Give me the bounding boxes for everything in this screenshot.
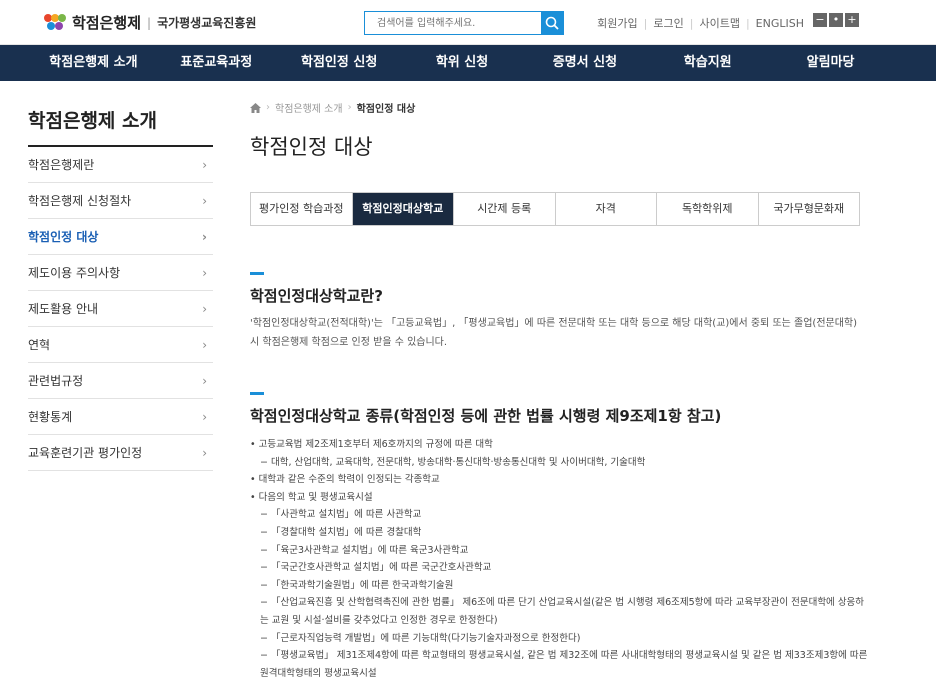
sidebar-item-statistics[interactable]: 현황통계 ›	[28, 399, 213, 435]
chevron-right-icon: ›	[202, 193, 207, 208]
section-accent	[250, 272, 264, 275]
logo-title: 학점은행제	[72, 14, 142, 32]
chevron-right-icon: ›	[202, 301, 207, 316]
search-input[interactable]	[365, 12, 541, 34]
chevron-right-icon: ›	[202, 265, 207, 280]
chevron-right-icon: ›	[202, 445, 207, 460]
tab-certificates[interactable]: 자격	[556, 193, 657, 225]
sidebar-item-about[interactable]: 학점은행제란 ›	[28, 147, 213, 183]
list-item: • 다음의 학교 및 평생교육시설	[250, 491, 373, 503]
join-link[interactable]: 회원가입	[597, 15, 637, 31]
nav-credit-apply[interactable]: 학점인정 신청	[278, 45, 401, 81]
list-item: • 대학과 같은 수준의 학력이 인정되는 각종학교	[250, 474, 440, 486]
nav-intro[interactable]: 학점은행제 소개	[32, 45, 155, 81]
sidebar-item-usage-guide[interactable]: 제도활용 안내 ›	[28, 291, 213, 327]
tab-intangible-heritage[interactable]: 국가무형문화재	[759, 193, 860, 225]
site-logo[interactable]: 학점은행제 | 국가평생교육진흥원	[44, 12, 256, 33]
chevron-right-icon: ›	[202, 337, 207, 352]
zoom-reset-button[interactable]: •	[829, 13, 843, 27]
sidebar-item-procedure[interactable]: 학점은행제 신청절차 ›	[28, 183, 213, 219]
english-link[interactable]: ENGLISH	[756, 17, 804, 30]
logo-icon	[44, 13, 66, 32]
list-item: − 대학, 산업대학, 교육대학, 전문대학, 방송대학·통신대학·방송통신대학…	[260, 456, 646, 468]
breadcrumb-current: 학점인정 대상	[356, 104, 416, 115]
breadcrumb: › 학점은행제 소개 › 학점인정 대상	[250, 100, 870, 115]
list-item: − 「근로자직업능력 개발법」에 따른 기능대학(다기능기술자과정으로 한정한다…	[260, 632, 581, 644]
main-content: › 학점은행제 소개 › 학점인정 대상 학점인정 대상 평가인정 학습과정 학…	[250, 100, 870, 682]
nav-standard-curriculum[interactable]: 표준교육과정	[155, 45, 278, 81]
nav-learning-support[interactable]: 학습지원	[646, 45, 769, 81]
section-accent	[250, 392, 264, 395]
chevron-right-icon: ›	[202, 157, 207, 172]
logo-subtitle: 국가평생교육진흥원	[157, 16, 257, 30]
sidebar-item-cautions[interactable]: 제도이용 주의사항 ›	[28, 255, 213, 291]
sub-tabs: 평가인정 학습과정 학점인정대상학교 시간제 등록 자격 독학학위제 국가무형문…	[250, 192, 860, 226]
list-item: − 「사관학교 설치법」에 따른 사관학교	[260, 509, 422, 521]
sidebar-item-credit-target[interactable]: 학점인정 대상 ›	[28, 219, 213, 255]
zoom-in-button[interactable]: +	[845, 13, 859, 27]
section-heading: 학점인정대상학교 종류(학점인정 등에 관한 법률 시행령 제9조제1항 참고)	[250, 407, 722, 425]
sitemap-link[interactable]: 사이트맵	[699, 15, 739, 31]
nav-notice[interactable]: 알림마당	[769, 45, 892, 81]
list-item: − 「평생교육법」 제31조제4항에 따른 학교형태의 평생교육시설, 같은 법…	[260, 650, 868, 679]
main-navigation: 학점은행제 소개 표준교육과정 학점인정 신청 학위 신청 증명서 신청 학습지…	[0, 45, 936, 81]
section-paragraph: '학점인정대상학교(전적대학)'는 「고등교육법」, 「평생교육법」에 따른 전…	[250, 318, 858, 348]
section-types: 학점인정대상학교 종류(학점인정 등에 관한 법률 시행령 제9조제1항 참고)…	[250, 392, 870, 682]
section-heading: 학점인정대상학교란?	[250, 287, 383, 305]
sidebar-item-history[interactable]: 연혁 ›	[28, 327, 213, 363]
list-item: • 고등교육법 제2조제1호부터 제6호까지의 규정에 따른 대학	[250, 439, 493, 450]
list-item: − 「산업교육진흥 및 산학협력촉진에 관한 법률」 제6조에 따른 단기 산업…	[260, 597, 865, 626]
utility-links: 회원가입 | 로그인 | 사이트맵 | ENGLISH	[597, 15, 804, 31]
tab-part-time[interactable]: 시간제 등록	[454, 193, 556, 225]
sidebar: 학점은행제 소개 학점은행제란 › 학점은행제 신청절차 › 학점인정 대상 › 제도…	[28, 106, 213, 471]
home-icon[interactable]	[250, 102, 261, 113]
chevron-right-icon: ›	[202, 373, 207, 388]
logo-separator: |	[147, 15, 152, 30]
sidebar-title: 학점은행제 소개	[28, 106, 213, 147]
nav-degree-apply[interactable]: 학위 신청	[401, 45, 524, 81]
tab-evaluated-courses[interactable]: 평가인정 학습과정	[251, 193, 353, 225]
list-item: − 「국군간호사관학교 설치법」에 따른 국군간호사관학교	[260, 562, 492, 574]
zoom-controls: − • +	[813, 13, 859, 27]
chevron-right-icon: ›	[202, 409, 207, 424]
sidebar-item-evaluation[interactable]: 교육훈련기관 평가인정 ›	[28, 435, 213, 471]
search-button[interactable]	[541, 12, 563, 34]
page-title: 학점인정 대상	[250, 135, 373, 159]
breadcrumb-parent[interactable]: 학점은행제 소개	[275, 100, 343, 115]
top-header: 학점은행제 | 국가평생교육진흥원 회원가입 | 로그인 | 사이트맵 | EN…	[0, 0, 936, 45]
list-item: − 「경찰대학 설치법」에 따른 경찰대학	[260, 526, 422, 538]
tab-target-schools[interactable]: 학점인정대상학교	[352, 193, 454, 225]
chevron-right-icon: ›	[202, 229, 207, 244]
section-definition: 학점인정대상학교란? '학점인정대상학교(전적대학)'는 「고등교육법」, 「평…	[250, 272, 870, 352]
sidebar-item-regulations[interactable]: 관련법규정 ›	[28, 363, 213, 399]
zoom-out-button[interactable]: −	[813, 13, 827, 27]
list-item: − 「한국과학기술원법」에 따른 한국과학기술원	[260, 579, 454, 591]
search-icon	[545, 16, 559, 30]
nav-certificate[interactable]: 증명서 신청	[523, 45, 646, 81]
login-link[interactable]: 로그인	[653, 15, 683, 31]
search-box	[364, 11, 564, 35]
list-item: − 「육군3사관학교 설치법」에 따른 육군3사관학교	[260, 544, 469, 556]
tab-self-study[interactable]: 독학학위제	[657, 193, 759, 225]
school-type-list: • 고등교육법 제2조제1호부터 제6호까지의 규정에 따른 대학 − 대학, 산…	[250, 436, 870, 682]
